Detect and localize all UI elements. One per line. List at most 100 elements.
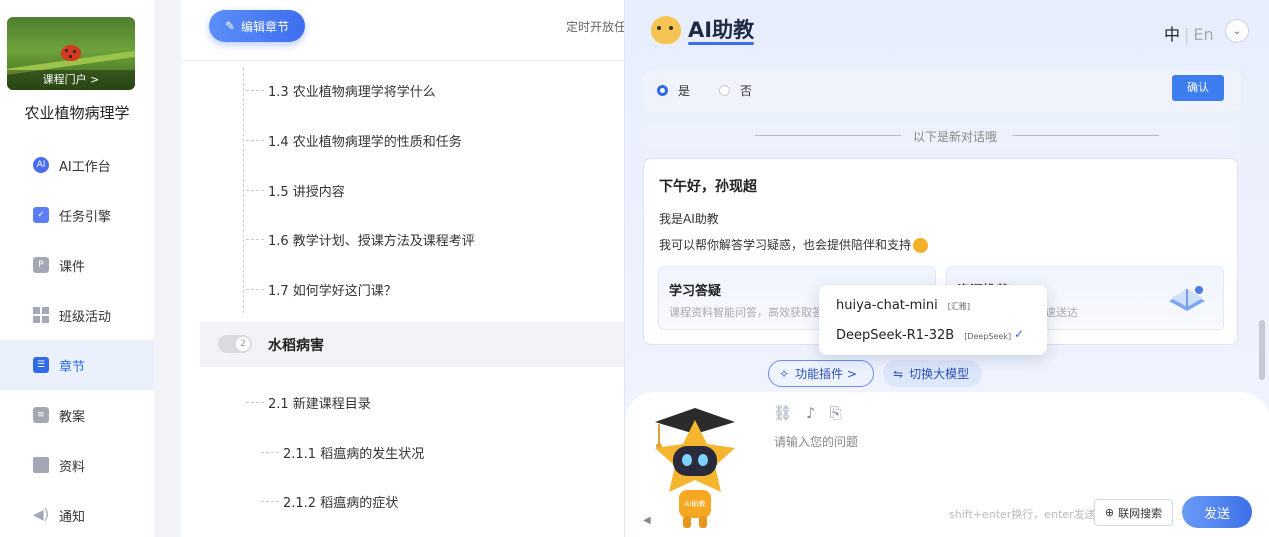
radio-no-label: 否 (740, 84, 753, 98)
translate-icon[interactable]: ⎘ (830, 404, 842, 422)
sidebar-item-label: 教案 (59, 409, 86, 425)
feature-desc: 速送达 (1045, 306, 1078, 319)
check-icon: ✓ (1014, 327, 1025, 341)
model-name: DeepSeek-R1-32B (836, 328, 955, 343)
plugins-label: 功能插件 > (795, 367, 857, 381)
sidebar-item-courseware[interactable]: P 课件 (0, 240, 154, 290)
chevron-down-icon[interactable]: ⌄ (1225, 19, 1249, 43)
choice-box: 是 否 确认 (643, 70, 1241, 112)
ai-assistant-panel: AI助教 中 | En ⌄ 是 否 确认 以下是新对话哦 下午好，孙现超 我是AI助… (624, 0, 1269, 537)
speaker-icon: ◀) (32, 507, 50, 523)
sidebar-item-label: 通知 (59, 509, 86, 525)
chapter-title: 水稻病害 (268, 338, 324, 354)
robot-mascot-icon: AI助教 (655, 408, 735, 528)
sidebar-item-notice[interactable]: ◀) 通知 (0, 490, 154, 537)
sidebar-nav: AI AI工作台 ✓ 任务引擎 P 课件 班级活动 ☰ 章节 ≡ 教案 资料 ◀… (0, 140, 154, 537)
model-dropdown: huiya-chat-mini [汇雅] DeepSeek-R1-32B [Deep… (819, 285, 1047, 355)
radio-no[interactable]: 否 (719, 82, 752, 99)
sidebar-item-label: 课件 (59, 259, 86, 275)
tree-line (243, 68, 244, 313)
assistant-logo-icon (651, 16, 681, 44)
sidebar: 课程门户 > 农业植物病理学 AI AI工作台 ✓ 任务引擎 P 课件 班级活动… (0, 0, 154, 537)
scrollbar[interactable] (1259, 320, 1265, 380)
new-chat-divider: 以下是新对话哦 (643, 124, 1241, 148)
ai-icon: AI (33, 157, 49, 173)
sidebar-item-chapters[interactable]: ☰ 章节 (0, 340, 154, 390)
sidebar-item-label: 任务引擎 (59, 209, 112, 225)
sidebar-item-materials[interactable]: 资料 (0, 440, 154, 490)
model-tag: [DeepSeek] (964, 332, 1012, 341)
radio-yes-label: 是 (678, 84, 691, 98)
divider-line (755, 135, 901, 136)
model-tag: [汇雅] (947, 302, 970, 311)
plugin-icon: ✧ (779, 366, 790, 381)
courseware-icon: P (33, 257, 49, 273)
folder-icon (33, 457, 49, 473)
link-icon[interactable]: ⛓ (773, 404, 792, 422)
intro-text: 我是AI助教 (659, 212, 719, 226)
web-search-button[interactable]: ⊕ 联网搜索 (1094, 499, 1173, 526)
web-search-label: 联网搜索 (1118, 506, 1163, 520)
divider-line (1013, 135, 1159, 136)
input-tools: ⛓ ♪ ⎘ (773, 404, 842, 422)
ladybug-image (61, 45, 81, 61)
section-item[interactable]: 2.1.1 稻瘟病的发生状况 (260, 443, 424, 462)
sidebar-item-label: AI工作台 (59, 159, 111, 175)
grid-icon (33, 307, 49, 323)
offer-line: 我可以帮你解答学习疑惑，也会提供陪伴和支持 (659, 236, 929, 253)
keyboard-hint: shift+enter换行，enter发送 (949, 508, 1096, 521)
globe-icon: ⊕ (1104, 506, 1115, 519)
sidebar-item-label: 章节 (59, 359, 86, 375)
radio-circle (657, 85, 668, 96)
timed-open-label[interactable]: 定时开放任 (566, 18, 626, 35)
model-name: huiya-chat-mini (836, 298, 938, 313)
chapter-content: ✎ 编辑章节 定时开放任 1.3 农业植物病理学将学什么 1.4 农业植物病理学… (181, 0, 626, 537)
course-portal-link[interactable]: 课程门户 > (7, 70, 135, 90)
book-icon (1169, 286, 1205, 311)
confirm-button[interactable]: 确认 (1172, 75, 1224, 101)
send-button[interactable]: 发送 (1182, 496, 1252, 528)
question-input[interactable]: 请输入您的问题 (774, 433, 858, 450)
lang-en[interactable]: En (1193, 25, 1213, 44)
switch-model-button[interactable]: ⇋ 切换大模型 (883, 360, 982, 387)
course-title: 农业植物病理学 (24, 104, 130, 122)
section-item[interactable]: 1.4 农业植物病理学的性质和任务 (246, 131, 462, 150)
sound-icon[interactable]: ◀ (643, 515, 651, 526)
section-item[interactable]: 2.1.2 稻瘟病的症状 (260, 492, 398, 511)
chapter-row[interactable]: 2 水稻病害 (200, 322, 626, 367)
section-item[interactable]: 1.7 如何学好这门课？ (246, 280, 397, 299)
sidebar-item-task-engine[interactable]: ✓ 任务引擎 (0, 190, 154, 240)
section-item[interactable]: 1.5 讲授内容 (246, 181, 345, 200)
panel-title: AI助教 (688, 18, 755, 42)
switch-icon: ⇋ (893, 366, 904, 381)
task-icon: ✓ (33, 207, 49, 223)
sidebar-item-lesson-plan[interactable]: ≡ 教案 (0, 390, 154, 440)
edit-chapter-label: 编辑章节 (241, 19, 290, 34)
plugins-button[interactable]: ✧ 功能插件 > (768, 360, 874, 387)
section-item[interactable]: 2.1 新建课程目录 (246, 393, 371, 412)
list-icon: ☰ (33, 357, 49, 373)
language-switch[interactable]: 中 | En (1164, 21, 1214, 45)
robot-badge: AI助教 (685, 499, 706, 508)
edit-icon: ✎ (224, 19, 236, 33)
model-option-deepseek[interactable]: DeepSeek-R1-32B [DeepSeek] (836, 328, 1011, 343)
edit-chapter-button[interactable]: ✎ 编辑章节 (209, 10, 305, 42)
radio-yes[interactable]: 是 (657, 82, 690, 99)
chapter-number: 2 (236, 337, 250, 351)
sidebar-item-label: 资料 (59, 459, 86, 475)
sidebar-item-ai-workbench[interactable]: AI AI工作台 (0, 140, 154, 190)
microphone-icon[interactable]: ♪ (806, 404, 816, 422)
section-item[interactable]: 1.6 教学计划、授课方法及课程考评 (246, 230, 475, 249)
switch-model-label: 切换大模型 (909, 367, 970, 381)
course-cover[interactable]: 课程门户 > (7, 17, 135, 90)
section-item[interactable]: 1.3 农业植物病理学将学什么 (246, 81, 436, 100)
radio-circle (719, 85, 730, 96)
feature-title: 学习答疑 (669, 284, 722, 299)
title-underline (688, 42, 754, 45)
lang-zh[interactable]: 中 (1164, 25, 1180, 44)
sidebar-item-class-activity[interactable]: 班级活动 (0, 290, 154, 340)
doc-icon: ≡ (33, 407, 49, 423)
smile-emoji-icon (913, 238, 929, 253)
chapter-toggle[interactable]: 2 (218, 335, 252, 353)
model-option-huiya[interactable]: huiya-chat-mini [汇雅] (836, 298, 970, 313)
